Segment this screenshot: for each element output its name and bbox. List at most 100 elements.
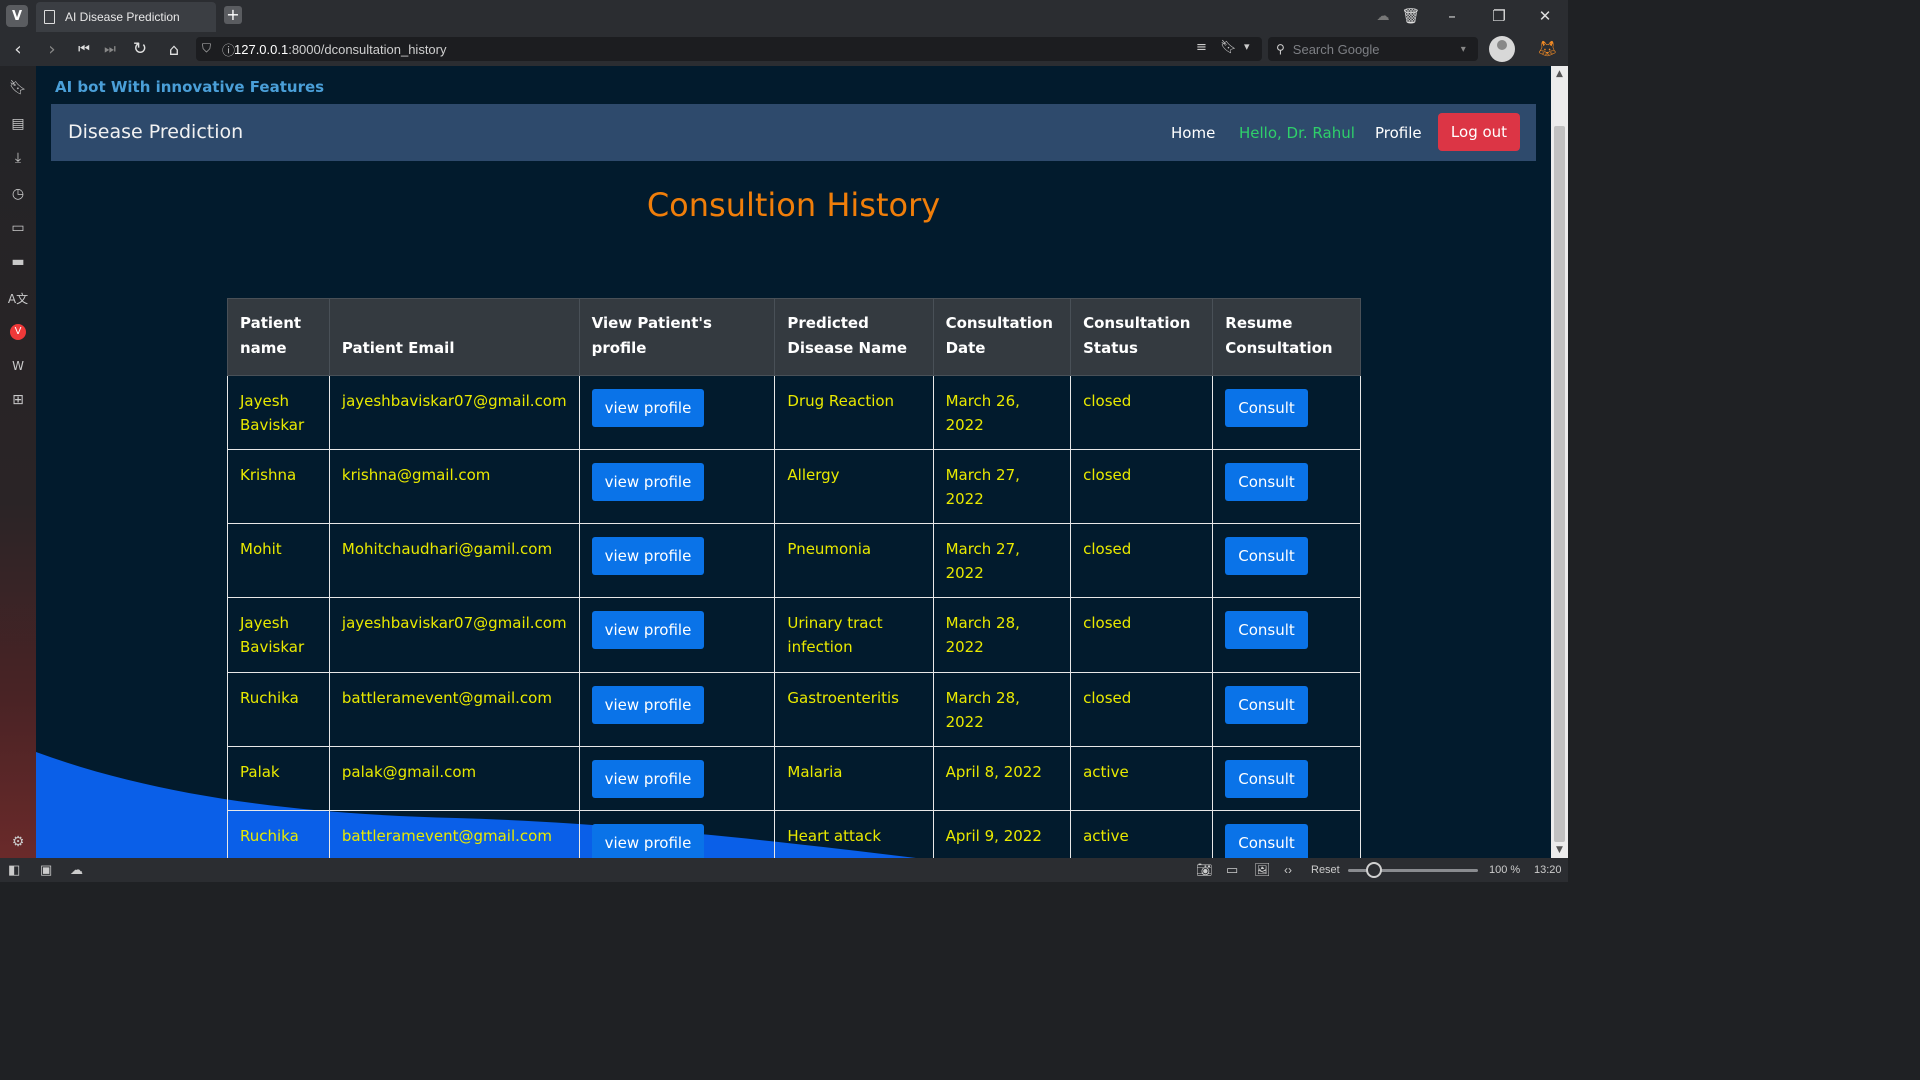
url-field[interactable]: ⛉ ⓘ 127.0.0.1:8000/dconsultation_history… bbox=[196, 37, 1262, 61]
zoom-slider-thumb[interactable] bbox=[1366, 862, 1382, 878]
table-row: Jayesh Baviskar jayeshbaviskar07@gmail.c… bbox=[227, 597, 1361, 673]
cell-view-profile: view profile bbox=[578, 375, 776, 450]
consult-button[interactable]: Consult bbox=[1225, 389, 1308, 427]
search-engine-dropdown-icon[interactable]: ▾ bbox=[1461, 44, 1466, 55]
header-consultation-date: Consultation Date bbox=[932, 298, 1072, 376]
vivaldi-web-panel-icon[interactable]: V bbox=[6, 320, 30, 344]
add-panel-icon[interactable]: ⊞ bbox=[6, 388, 30, 412]
top-navbar: Disease Prediction Home Hello, Dr. Rahul… bbox=[51, 104, 1536, 161]
info-icon[interactable]: ⓘ bbox=[222, 40, 235, 59]
cell-patient-name: Palak bbox=[227, 746, 330, 811]
capture-camera-icon[interactable]: 📷︎ bbox=[1196, 861, 1213, 879]
logout-button[interactable]: Log out bbox=[1438, 113, 1520, 151]
cell-date: March 27, 2022 bbox=[932, 449, 1072, 524]
forward-icon[interactable]: › bbox=[40, 36, 64, 62]
consult-button[interactable]: Consult bbox=[1225, 760, 1308, 798]
clock: 13:20 bbox=[1534, 864, 1562, 876]
search-icon: ⚲ bbox=[1276, 42, 1285, 56]
trash-icon[interactable]: 🗑 bbox=[1396, 4, 1426, 28]
reader-icon[interactable]: ≡ bbox=[1196, 40, 1207, 55]
view-profile-button[interactable]: view profile bbox=[591, 389, 705, 427]
cell-view-profile: view profile bbox=[578, 523, 776, 598]
close-icon[interactable]: ✕ bbox=[1530, 4, 1560, 28]
downloads-icon[interactable]: ⤓ bbox=[6, 146, 30, 170]
reading-list-icon[interactable]: ▤ bbox=[6, 112, 30, 136]
bookmarks-panel-icon[interactable]: 🔖︎ bbox=[6, 76, 30, 100]
view-profile-button[interactable]: view profile bbox=[591, 824, 705, 858]
page-actions-icon[interactable]: ‹› bbox=[1284, 861, 1292, 879]
cell-view-profile: view profile bbox=[578, 597, 776, 673]
minimize-icon[interactable]: – bbox=[1437, 4, 1467, 28]
cell-status: closed bbox=[1070, 597, 1214, 673]
view-profile-button[interactable]: view profile bbox=[591, 611, 705, 649]
browser-tab[interactable]: AI Disease Prediction bbox=[36, 2, 216, 32]
cell-consult: Consult bbox=[1212, 523, 1361, 598]
cell-disease: Pneumonia bbox=[774, 523, 934, 598]
translate-icon[interactable]: A文 bbox=[6, 286, 30, 310]
images-icon[interactable]: 🖼︎ bbox=[1254, 861, 1271, 879]
zoom-reset-button[interactable]: Reset bbox=[1311, 861, 1340, 879]
table-row: Jayesh Baviskar jayeshbaviskar07@gmail.c… bbox=[227, 375, 1361, 450]
page-viewport: AI bot With innovative Features Disease … bbox=[36, 66, 1551, 858]
cell-view-profile: view profile bbox=[578, 672, 776, 747]
view-profile-button[interactable]: view profile bbox=[591, 537, 705, 575]
table-row: Mohit Mohitchaudhari@gamil.com view prof… bbox=[227, 523, 1361, 598]
rewind-icon[interactable]: ⏮ bbox=[72, 36, 96, 62]
url-path: :8000/dconsultation_history bbox=[288, 41, 447, 57]
view-profile-button[interactable]: view profile bbox=[591, 686, 705, 724]
navbar-brand[interactable]: Disease Prediction bbox=[68, 121, 243, 143]
search-input[interactable] bbox=[1292, 41, 1443, 57]
header-predicted-disease: Predicted Disease Name bbox=[774, 298, 934, 376]
consult-button[interactable]: Consult bbox=[1225, 824, 1308, 858]
nav-link-profile[interactable]: Profile bbox=[1375, 124, 1422, 142]
wikipedia-icon[interactable]: W bbox=[6, 354, 30, 378]
scroll-up-icon[interactable]: ▲ bbox=[1551, 66, 1568, 82]
cell-patient-email: jayeshbaviskar07@gmail.com bbox=[328, 375, 580, 450]
notes-icon[interactable]: ▭ bbox=[6, 216, 30, 240]
consult-button[interactable]: Consult bbox=[1225, 463, 1308, 501]
cell-consult: Consult bbox=[1212, 810, 1361, 858]
consult-button[interactable]: Consult bbox=[1225, 686, 1308, 724]
view-profile-button[interactable]: view profile bbox=[591, 463, 705, 501]
url-text: 127.0.0.1:8000/dconsultation_history bbox=[234, 42, 447, 57]
nav-link-home[interactable]: Home bbox=[1171, 124, 1215, 142]
cloud-icon[interactable]: ☁ bbox=[1368, 4, 1398, 28]
cell-disease: Malaria bbox=[774, 746, 934, 811]
cell-patient-email: jayeshbaviskar07@gmail.com bbox=[328, 597, 580, 673]
scrollbar-thumb[interactable] bbox=[1554, 126, 1565, 842]
page-tiling-icon[interactable]: ▭ bbox=[1226, 861, 1238, 879]
window-panel-icon[interactable]: ▬ bbox=[6, 250, 30, 274]
reload-icon[interactable]: ↻ bbox=[128, 36, 152, 62]
cell-date: April 8, 2022 bbox=[932, 746, 1072, 811]
home-icon[interactable]: ⌂ bbox=[162, 36, 186, 62]
nav-greeting[interactable]: Hello, Dr. Rahul bbox=[1239, 124, 1355, 142]
restore-icon[interactable]: ❐ bbox=[1484, 4, 1514, 28]
tile-tabs-icon[interactable]: ▣ bbox=[40, 861, 52, 879]
bookmark-icon[interactable]: 🔖︎ bbox=[1220, 40, 1237, 55]
table-row: Ruchika battleramevent@gmail.com view pr… bbox=[227, 672, 1361, 747]
consultation-history-table: Patient name Patient Email View Patient'… bbox=[227, 298, 1361, 858]
consult-button[interactable]: Consult bbox=[1225, 611, 1308, 649]
search-field[interactable]: ⚲ ▾ bbox=[1268, 37, 1478, 61]
cell-consult: Consult bbox=[1212, 375, 1361, 450]
sync-cloud-icon[interactable]: ☁ bbox=[70, 861, 83, 879]
new-tab-icon[interactable]: + bbox=[224, 6, 242, 24]
view-profile-button[interactable]: view profile bbox=[591, 760, 705, 798]
extension-fox-icon[interactable]: 🦊︎ bbox=[1537, 39, 1557, 59]
vivaldi-menu-icon[interactable]: V bbox=[6, 5, 28, 27]
shield-icon[interactable]: ⛉ bbox=[202, 41, 211, 56]
consult-button[interactable]: Consult bbox=[1225, 537, 1308, 575]
settings-gear-icon[interactable]: ⚙ bbox=[6, 830, 30, 854]
cell-patient-name: Jayesh Baviskar bbox=[227, 597, 330, 673]
history-icon[interactable]: ◷ bbox=[6, 182, 30, 206]
back-icon[interactable]: ‹ bbox=[6, 36, 30, 62]
zoom-level: 100 % bbox=[1489, 864, 1521, 876]
panel-toggle-icon[interactable]: ◧ bbox=[8, 861, 20, 879]
cell-patient-name: Mohit bbox=[227, 523, 330, 598]
scroll-down-icon[interactable]: ▼ bbox=[1551, 842, 1568, 858]
cell-disease: Urinary tract infection bbox=[774, 597, 934, 673]
table-row: Palak palak@gmail.com view profile Malar… bbox=[227, 746, 1361, 811]
fast-forward-icon[interactable]: ⏭ bbox=[98, 36, 122, 62]
dropdown-icon[interactable]: ▾ bbox=[1244, 40, 1250, 53]
profile-avatar-icon[interactable] bbox=[1489, 36, 1515, 62]
